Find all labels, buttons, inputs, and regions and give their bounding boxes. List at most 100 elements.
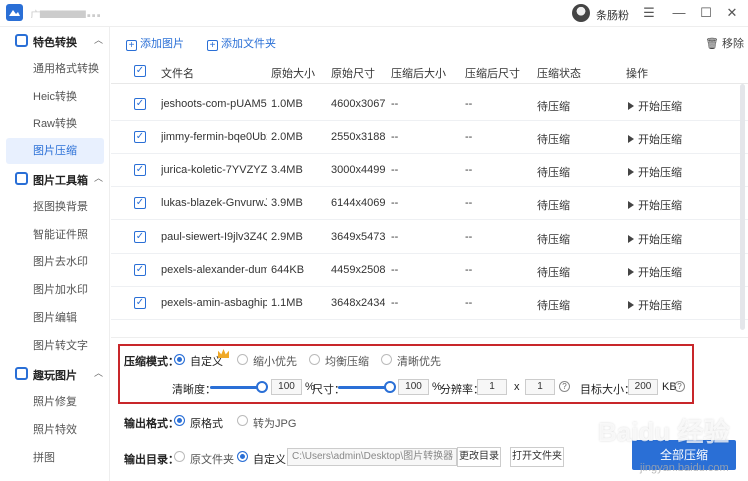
file-name: pexels-amin-asbaghipo...: [161, 297, 267, 309]
start-compress-button[interactable]: 开始压缩: [628, 131, 682, 147]
table-row[interactable]: ✓ jeshoots-com-pUAM5h... 1.0MB 4600x3067…: [111, 88, 748, 121]
sidebar-group-toolbox[interactable]: 图片工具箱 ︿: [0, 167, 110, 191]
sidebar-item-repair[interactable]: 照片修复: [0, 389, 110, 415]
sidebar-item-compress[interactable]: 图片压缩: [6, 138, 104, 164]
sidebar-item-cutout[interactable]: 抠图换背景: [0, 194, 110, 220]
file-name: jurica-koletic-7YVZYZeIT...: [161, 164, 267, 176]
size-value-input[interactable]: 100: [398, 379, 429, 395]
compressed-size: --: [391, 164, 399, 176]
remove-button[interactable]: 🗑 移除: [705, 35, 744, 51]
clarity-value-input[interactable]: 100: [271, 379, 302, 395]
start-compress-button[interactable]: 开始压缩: [628, 297, 682, 313]
mode-option-clear[interactable]: 清晰优先: [397, 353, 441, 369]
add-image-button[interactable]: + 添加图片: [126, 35, 184, 51]
dir-radio-original[interactable]: [174, 451, 185, 462]
status-text: 待压缩: [537, 267, 570, 279]
mode-radio-small[interactable]: [237, 354, 248, 365]
sidebar-group-special[interactable]: 特色转换 ︿: [0, 29, 110, 53]
mode-radio-balanced[interactable]: [309, 354, 320, 365]
chevron-up-icon[interactable]: ︿: [94, 171, 103, 184]
file-dims: 3648x2434: [331, 297, 386, 309]
app-title: 广▇▇▇▇▇▇ ▪ ▪ ▪: [30, 10, 101, 18]
maximize-icon[interactable]: ☐: [697, 4, 715, 22]
sidebar-item-heic[interactable]: Heic转换: [0, 84, 110, 110]
table-row[interactable]: ✓ jimmy-fermin-bqe0Ub2... 2.0MB 2550x318…: [111, 121, 748, 154]
file-name: lukas-blazek-GnvurwJsK...: [161, 197, 267, 209]
chevron-up-icon[interactable]: ︿: [94, 33, 103, 46]
row-checkbox[interactable]: ✓: [134, 98, 146, 110]
start-compress-label: 开始压缩: [638, 267, 682, 279]
table-row[interactable]: ✓ jurica-koletic-7YVZYZeIT... 3.4MB 3000…: [111, 154, 748, 187]
resolution-width-input[interactable]: 1: [477, 379, 507, 395]
dir-radio-custom[interactable]: [237, 451, 248, 462]
row-checkbox[interactable]: ✓: [134, 164, 146, 176]
minimize-icon[interactable]: —: [670, 4, 688, 22]
sidebar-item-raw[interactable]: Raw转换: [0, 111, 110, 137]
table-row[interactable]: ✓ pexels-amin-asbaghipo... 1.1MB 3648x24…: [111, 287, 748, 320]
close-icon[interactable]: ✕: [723, 4, 741, 22]
size-slider-fill: [338, 386, 390, 389]
chevron-up-icon[interactable]: ︿: [94, 366, 103, 379]
toolbar: + 添加图片 + 添加文件夹 🗑 移除: [111, 27, 748, 55]
clarity-slider-handle[interactable]: [256, 381, 268, 393]
start-compress-button[interactable]: 开始压缩: [628, 231, 682, 247]
table-row[interactable]: ✓ paul-siewert-I9jlv3Z4Qe... 2.9MB 3649x…: [111, 221, 748, 254]
format-radio-original[interactable]: [174, 415, 185, 426]
app-logo-icon: [6, 4, 23, 21]
add-folder-button[interactable]: + 添加文件夹: [207, 35, 276, 51]
sidebar-item-collage[interactable]: 拼图: [0, 445, 110, 471]
row-checkbox[interactable]: ✓: [134, 197, 146, 209]
sidebar-item-edit[interactable]: 图片编辑: [0, 305, 110, 331]
status-text: 待压缩: [537, 234, 570, 246]
row-checkbox[interactable]: ✓: [134, 131, 146, 143]
select-all-checkbox[interactable]: ✓: [134, 65, 146, 77]
size-slider[interactable]: [338, 381, 396, 393]
format-option-jpg[interactable]: 转为JPG: [253, 415, 296, 431]
row-checkbox[interactable]: ✓: [134, 297, 146, 309]
mode-option-small[interactable]: 缩小优先: [253, 353, 297, 369]
fun-icon: [15, 367, 28, 380]
table-header: ✓ 文件名 原始大小 原始尺寸 压缩后大小 压缩后尺寸 压缩状态 操作: [111, 57, 748, 84]
mode-radio-custom[interactable]: [174, 354, 185, 365]
row-checkbox[interactable]: ✓: [134, 231, 146, 243]
start-compress-button[interactable]: 开始压缩: [628, 98, 682, 114]
start-compress-button[interactable]: 开始压缩: [628, 197, 682, 213]
clarity-slider[interactable]: [210, 381, 268, 393]
sidebar-group-fun[interactable]: 趣玩图片 ︿: [0, 362, 110, 386]
file-size: 2.9MB: [271, 231, 303, 243]
compressed-size: --: [391, 231, 399, 243]
open-folder-button[interactable]: 打开文件夹: [510, 447, 564, 467]
target-size-input[interactable]: 200: [628, 379, 658, 395]
output-path-field[interactable]: C:\Users\admin\Desktop\图片转换器: [287, 448, 457, 466]
compressed-size: --: [391, 131, 399, 143]
size-slider-handle[interactable]: [384, 381, 396, 393]
row-checkbox[interactable]: ✓: [134, 264, 146, 276]
start-compress-button[interactable]: 开始压缩: [628, 164, 682, 180]
user-name[interactable]: 条肠粉: [596, 7, 629, 23]
compressed-dims: --: [465, 164, 473, 176]
menu-icon[interactable]: ☰: [640, 4, 658, 22]
dir-option-custom[interactable]: 自定义: [253, 451, 286, 467]
format-option-original[interactable]: 原格式: [190, 415, 223, 431]
sidebar-item-format-convert[interactable]: 通用格式转换: [0, 56, 110, 82]
sidebar-item-id-photo[interactable]: 智能证件照: [0, 222, 110, 248]
sidebar-item-add-watermark[interactable]: 图片加水印: [0, 277, 110, 303]
format-radio-jpg[interactable]: [237, 415, 248, 426]
dir-option-original[interactable]: 原文件夹: [190, 451, 234, 467]
table-row[interactable]: ✓ pexels-alexander-dum... 644KB 4459x250…: [111, 254, 748, 287]
change-dir-button[interactable]: 更改目录: [457, 447, 501, 467]
mode-radio-clear[interactable]: [381, 354, 392, 365]
compress-all-button[interactable]: 全部压缩: [632, 440, 736, 470]
start-compress-button[interactable]: 开始压缩: [628, 264, 682, 280]
play-icon: [628, 301, 634, 309]
table-scrollbar[interactable]: [740, 84, 745, 330]
sidebar-item-effects[interactable]: 照片特效: [0, 417, 110, 443]
mode-option-balanced[interactable]: 均衡压缩: [325, 353, 369, 369]
table-row[interactable]: ✓ lukas-blazek-GnvurwJsK... 3.9MB 6144x4…: [111, 187, 748, 220]
sidebar-item-remove-watermark[interactable]: 图片去水印: [0, 249, 110, 275]
help-icon[interactable]: ?: [674, 381, 685, 392]
help-icon[interactable]: ?: [559, 381, 570, 392]
sidebar-item-ocr[interactable]: 图片转文字: [0, 333, 110, 359]
resolution-height-input[interactable]: 1: [525, 379, 555, 395]
avatar[interactable]: [572, 4, 590, 22]
